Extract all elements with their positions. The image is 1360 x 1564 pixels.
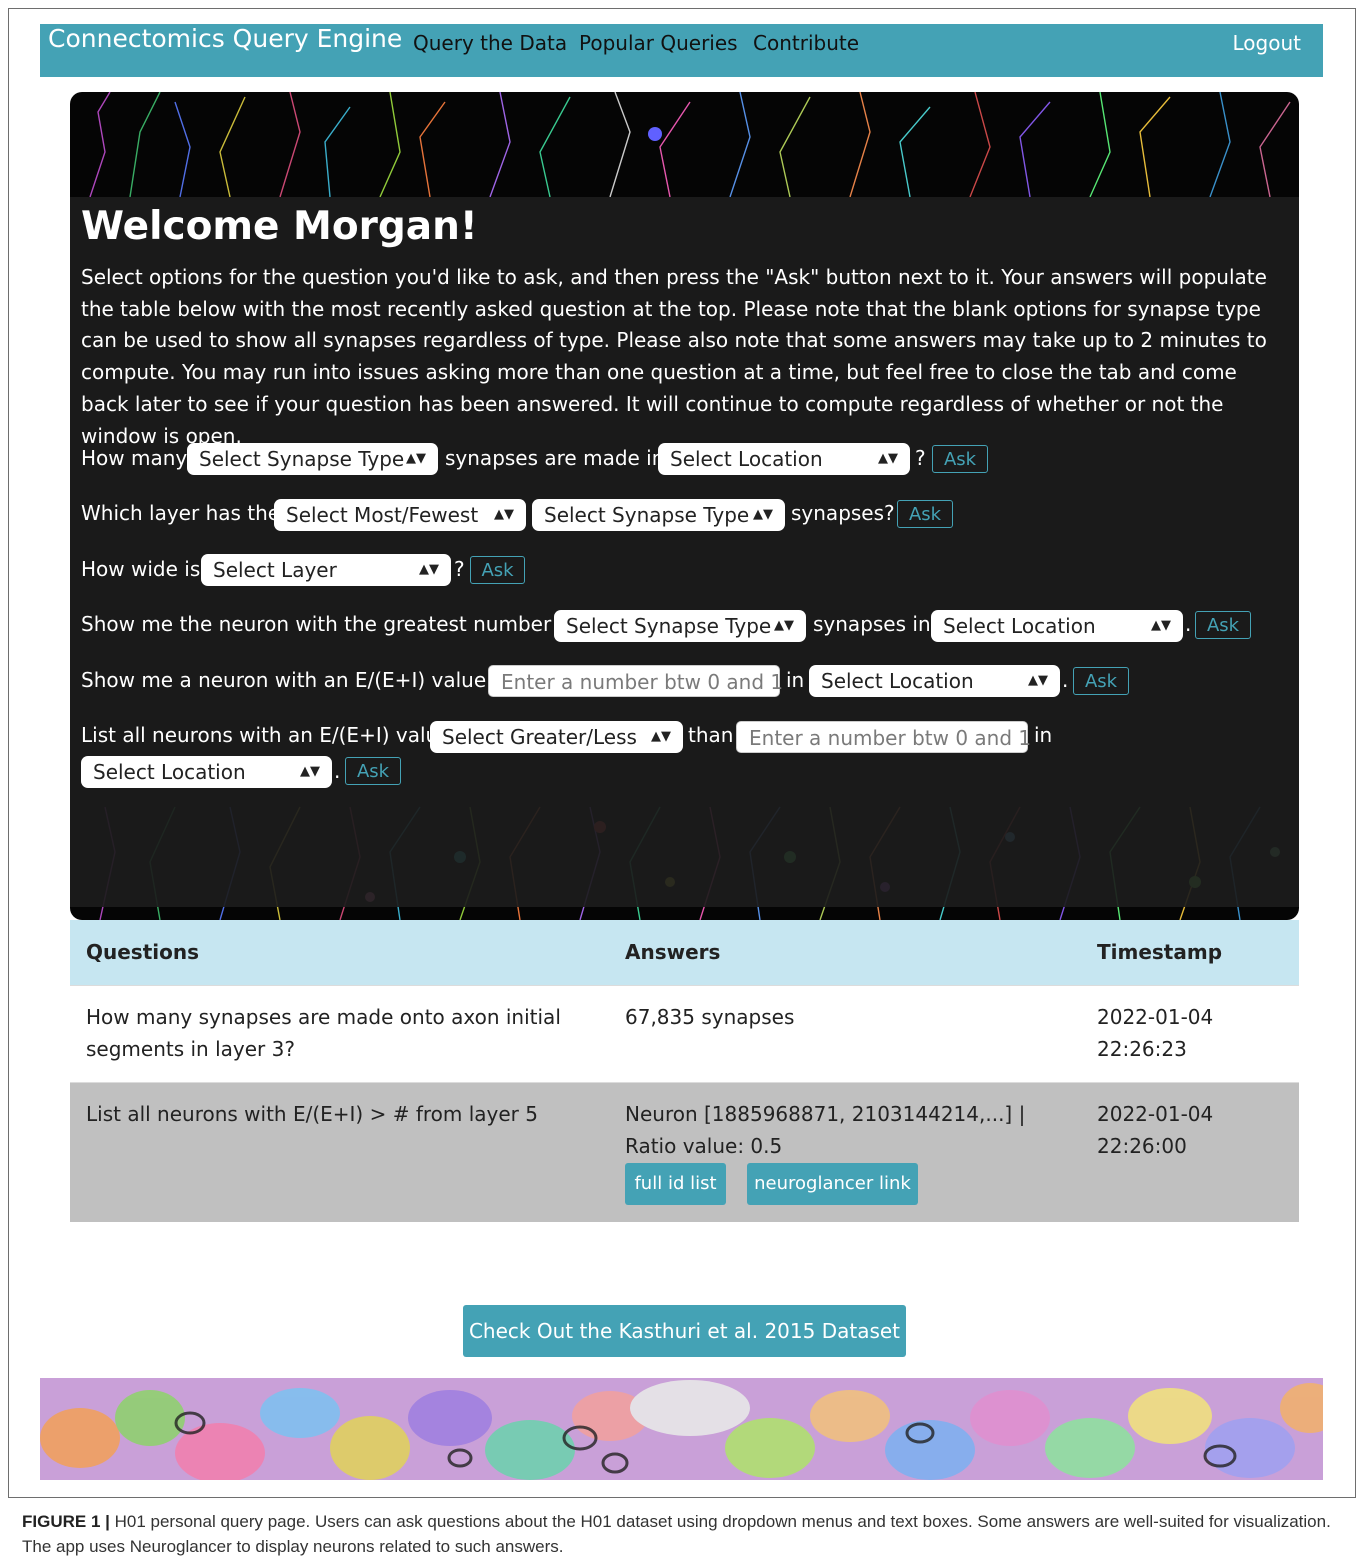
select-arrows-icon: ▲▼ bbox=[651, 729, 671, 744]
q2-ask-button[interactable]: Ask bbox=[897, 500, 953, 528]
q3-ask-button[interactable]: Ask bbox=[470, 556, 525, 584]
q6-suffix: . bbox=[334, 759, 341, 783]
q3-suffix: ? bbox=[454, 557, 465, 581]
q2-prefix: Which layer has the bbox=[81, 501, 281, 525]
header-timestamp: Timestamp bbox=[1097, 940, 1223, 964]
q1-location-select[interactable]: Select Location ▲▼ bbox=[658, 443, 910, 475]
q1-suffix: ? bbox=[915, 446, 926, 470]
q3-select1-label: Select Layer bbox=[213, 558, 337, 582]
select-arrows-icon: ▲▼ bbox=[1151, 618, 1171, 633]
q6-location-select[interactable]: Select Location ▲▼ bbox=[81, 756, 332, 788]
select-arrows-icon: ▲▼ bbox=[878, 451, 898, 466]
q4-synapse-type-select[interactable]: Select Synapse Type ▲▼ bbox=[554, 610, 806, 642]
q5-ei-value-input[interactable]: Enter a number btw 0 and 1 bbox=[488, 665, 783, 697]
q4-ask-button[interactable]: Ask bbox=[1195, 611, 1251, 639]
row1-answer: 67,835 synapses bbox=[625, 1005, 795, 1029]
q5-ask-button[interactable]: Ask bbox=[1073, 667, 1129, 695]
caption-label: FIGURE 1 | bbox=[22, 1512, 110, 1531]
q1-select1-label: Select Synapse Type bbox=[199, 447, 405, 471]
q1-select2-label: Select Location bbox=[670, 447, 823, 471]
nav-contribute[interactable]: Contribute bbox=[753, 28, 859, 58]
brand-logo[interactable]: Connectomics Query Engine bbox=[48, 24, 402, 54]
row1-question: How many synapses are made onto axon ini… bbox=[86, 1005, 561, 1061]
select-arrows-icon: ▲▼ bbox=[774, 618, 794, 633]
q6-ei-value-input[interactable]: Enter a number btw 0 and 1 bbox=[736, 721, 1031, 753]
q5-mid: in bbox=[786, 668, 805, 692]
q4-suffix: . bbox=[1185, 612, 1192, 636]
q5-select1-label: Select Location bbox=[821, 669, 974, 693]
q3-prefix: How wide is bbox=[81, 557, 201, 581]
navbar: Connectomics Query Engine Query the Data… bbox=[40, 24, 1323, 77]
q2-suffix: synapses? bbox=[791, 501, 895, 525]
q6-greater-less-select[interactable]: Select Greater/Less ▲▼ bbox=[430, 721, 683, 753]
em-segmentation-footer-image bbox=[40, 1378, 1323, 1480]
q6-select2-label: Select Location bbox=[93, 760, 246, 784]
header-answers: Answers bbox=[625, 940, 721, 964]
neuroglancer-link-button[interactable]: neuroglancer link bbox=[747, 1163, 918, 1205]
q2-most-fewest-select[interactable]: Select Most/Fewest ▲▼ bbox=[274, 499, 526, 531]
q2-select2-label: Select Synapse Type bbox=[544, 503, 750, 527]
caption-text: H01 personal query page. Users can ask q… bbox=[22, 1512, 1331, 1556]
row2-timestamp: 2022-01-04 22:26:00 bbox=[1097, 1102, 1214, 1158]
figure-caption: FIGURE 1 | H01 personal query page. User… bbox=[22, 1509, 1342, 1559]
intro-paragraph: Select options for the question you'd li… bbox=[81, 265, 1267, 448]
logout-link[interactable]: Logout bbox=[1233, 28, 1301, 58]
table-row: How many synapses are made onto axon ini… bbox=[70, 985, 1299, 1083]
q2-select1-label: Select Most/Fewest bbox=[286, 503, 479, 527]
q4-prefix: Show me the neuron with the greatest num… bbox=[81, 612, 577, 636]
q3-layer-select[interactable]: Select Layer ▲▼ bbox=[201, 554, 451, 586]
nav-query-the-data[interactable]: Query the Data bbox=[413, 28, 567, 58]
row1-timestamp: 2022-01-04 22:26:23 bbox=[1097, 1005, 1214, 1061]
select-arrows-icon: ▲▼ bbox=[406, 451, 426, 466]
q4-select1-label: Select Synapse Type bbox=[566, 614, 772, 638]
q6-mid2: in bbox=[1034, 723, 1053, 747]
select-arrows-icon: ▲▼ bbox=[419, 562, 439, 577]
header-questions: Questions bbox=[86, 940, 200, 964]
q4-location-select[interactable]: Select Location ▲▼ bbox=[931, 610, 1183, 642]
row2-answer: Neuron [1885968871, 2103144214,...] | Ra… bbox=[625, 1102, 1026, 1158]
q1-mid: synapses are made in bbox=[445, 446, 665, 470]
q5-prefix: Show me a neuron with an E/(E+I) value o… bbox=[81, 668, 512, 692]
q4-select2-label: Select Location bbox=[943, 614, 1096, 638]
q4-mid: synapses in bbox=[813, 612, 931, 636]
q6-ask-button[interactable]: Ask bbox=[345, 757, 401, 785]
q1-prefix: How many bbox=[81, 446, 188, 470]
table-header: Questions Answers Timestamp bbox=[70, 920, 1299, 985]
full-id-list-button[interactable]: full id list bbox=[625, 1163, 726, 1205]
q6-prefix: List all neurons with an E/(E+I) value bbox=[81, 723, 451, 747]
q1-synapse-type-select[interactable]: Select Synapse Type ▲▼ bbox=[187, 443, 438, 475]
q2-synapse-type-select[interactable]: Select Synapse Type ▲▼ bbox=[532, 499, 785, 531]
row2-question: List all neurons with E/(E+I) > # from l… bbox=[86, 1102, 538, 1126]
q6-select1-label: Select Greater/Less bbox=[442, 725, 637, 749]
kasthuri-dataset-button[interactable]: Check Out the Kasthuri et al. 2015 Datas… bbox=[463, 1305, 906, 1357]
table-row: List all neurons with E/(E+I) > # from l… bbox=[70, 1082, 1299, 1222]
q6-mid: than bbox=[688, 723, 734, 747]
select-arrows-icon: ▲▼ bbox=[1028, 673, 1048, 688]
q5-suffix: . bbox=[1062, 668, 1069, 692]
q1-ask-button[interactable]: Ask bbox=[932, 445, 988, 473]
select-arrows-icon: ▲▼ bbox=[494, 507, 514, 522]
select-arrows-icon: ▲▼ bbox=[300, 764, 320, 779]
q5-location-select[interactable]: Select Location ▲▼ bbox=[809, 665, 1060, 697]
nav-popular-queries[interactable]: Popular Queries bbox=[579, 28, 738, 58]
select-arrows-icon: ▲▼ bbox=[753, 507, 773, 522]
welcome-heading: Welcome Morgan! bbox=[81, 204, 478, 249]
